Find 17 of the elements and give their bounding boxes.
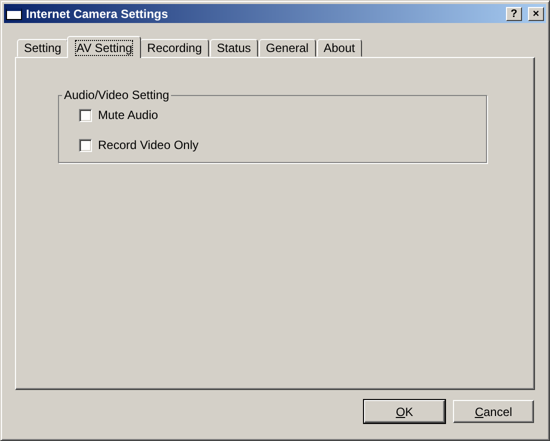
tab[interactable]: Recording [140, 39, 209, 57]
checkbox[interactable] [79, 108, 92, 122]
tab[interactable]: Setting [17, 39, 68, 57]
tab[interactable]: AV Setting [67, 36, 142, 58]
dialog-button[interactable]: Cancel [453, 400, 534, 423]
tab[interactable]: Status [210, 39, 258, 57]
checkbox-label: Mute Audio [98, 108, 158, 122]
tab[interactable]: About [316, 39, 362, 57]
checkbox-label: Record Video Only [98, 138, 198, 152]
tab[interactable]: General [258, 39, 316, 57]
help-button[interactable]: ? [506, 6, 522, 20]
dialog-button[interactable]: OK [364, 400, 445, 423]
group-title: Audio/Video Setting [63, 88, 170, 102]
checkbox[interactable] [79, 138, 92, 152]
close-button[interactable]: × [528, 6, 544, 20]
window-title: Internet Camera Settings [26, 6, 170, 20]
window-icon [6, 8, 22, 20]
